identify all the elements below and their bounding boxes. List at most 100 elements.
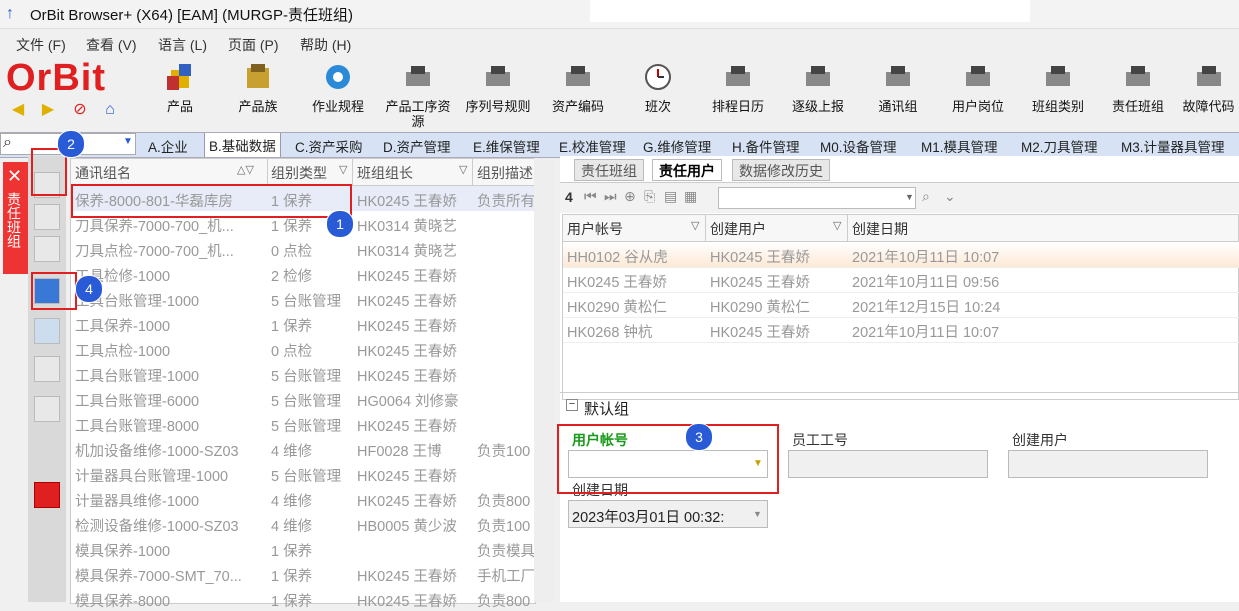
menu-file[interactable]: 文件 (F)	[16, 35, 66, 55]
badge-1: 1	[326, 210, 354, 238]
tab-responsible-user[interactable]: 责任用户	[652, 159, 722, 181]
toolbar-product-process[interactable]: 产品工序资源	[380, 60, 456, 130]
filter-icon[interactable]: ▽	[339, 163, 347, 176]
collapse-icon[interactable]: −	[566, 399, 578, 411]
tab-change-history[interactable]: 数据修改历史	[732, 159, 830, 181]
toolbar-product-family[interactable]: 产品族	[220, 60, 296, 130]
col-header-created-date[interactable]: 创建日期	[852, 219, 908, 239]
table-row[interactable]: 计量器具维修-1000 4 维修 HK0245 王春娇 负责800	[71, 486, 535, 511]
created-by-field[interactable]	[1008, 450, 1208, 478]
table-row[interactable]: 工具台账管理-1000 5 台账管理 HK0245 王春娇	[71, 286, 535, 311]
table-row[interactable]: 检测设备维修-1000-SZ03 4 维修 HB0005 黄少波 负责100	[71, 511, 535, 536]
menu-page[interactable]: 页面 (P)	[228, 35, 279, 55]
table-cell: 机加设备维修-1000-SZ03	[75, 444, 239, 460]
comm-group-icon	[886, 66, 910, 86]
table-row[interactable]: HK0290 黄松仁 HK0290 黄松仁 2021年12月15日 10:24	[563, 292, 1239, 318]
toolbar-responsible-team[interactable]: 责任班组	[1100, 60, 1176, 130]
col-header-group-type[interactable]: 组别类型	[271, 163, 327, 183]
col-header-user-account[interactable]: 用户帐号	[567, 219, 623, 239]
import-icon[interactable]: ▦	[684, 188, 697, 205]
tab-measuring[interactable]: M3.计量器具管理	[1121, 136, 1225, 156]
tab-calibration[interactable]: E.校准管理	[559, 136, 626, 156]
return-icon[interactable]	[34, 318, 60, 344]
toolbar-serial-rule[interactable]: 序列号规则	[460, 60, 536, 130]
export-icon[interactable]: ▤	[664, 188, 677, 205]
expand-icon[interactable]: ⌄	[944, 188, 956, 205]
table-row[interactable]: 模具保养-8000 1 保养 HK0245 王春娇 负责800	[71, 586, 535, 611]
menu-help[interactable]: 帮助 (H)	[300, 35, 351, 55]
close-icon[interactable]: ✕	[7, 166, 22, 187]
tab-asset-purchase[interactable]: C.资产采购	[295, 136, 363, 156]
table-row[interactable]: 计量器具台账管理-1000 5 台账管理 HK0245 王春娇	[71, 461, 535, 486]
responsible-team-icon	[1126, 66, 1150, 86]
filter-icon[interactable]: ▽	[459, 163, 467, 176]
chevron-down-icon[interactable]: ▼	[123, 136, 133, 147]
tab-basic-data[interactable]: B.基础数据	[204, 133, 281, 157]
first-record-icon[interactable]: ⏮	[584, 188, 597, 205]
created-date-field[interactable]: 2023年03月01日 00:32: ▼	[568, 500, 768, 528]
table-cell: 负责模具	[477, 544, 535, 560]
highlight-user-account	[557, 424, 779, 494]
toolbar-schedule-calendar[interactable]: 排程日历	[700, 60, 776, 130]
copy-icon[interactable]	[34, 204, 60, 230]
toolbar-team-category[interactable]: 班组类别	[1020, 60, 1096, 130]
col-header-group-name[interactable]: 通讯组名	[75, 163, 131, 183]
tab-responsible-team[interactable]: 责任班组	[574, 159, 644, 181]
menu-view[interactable]: 查看 (V)	[86, 35, 137, 55]
col-header-group-desc[interactable]: 组别描述	[477, 163, 533, 183]
table-row[interactable]: 工具检修-1000 2 检修 HK0245 王春娇	[71, 261, 535, 286]
stop-icon[interactable]: ⊘	[70, 100, 90, 120]
cancel-icon[interactable]	[34, 396, 60, 422]
toolbar-product[interactable]: 产品	[142, 60, 218, 130]
tab-equipment[interactable]: M0.设备管理	[820, 136, 897, 156]
tab-mold[interactable]: M1.模具管理	[921, 136, 998, 156]
forward-icon[interactable]: ▶	[38, 100, 58, 120]
exit-icon[interactable]	[34, 482, 60, 508]
col-header-team-leader[interactable]: 班组组长	[357, 163, 413, 183]
toolbar-user-post[interactable]: 用户岗位	[940, 60, 1016, 130]
menu-language[interactable]: 语言 (L)	[158, 35, 207, 55]
left-scrollbar[interactable]	[534, 158, 554, 602]
filter-icon[interactable]: ▽	[833, 219, 841, 232]
employee-no-field[interactable]	[788, 450, 988, 478]
toolbar-fault-code[interactable]: 故障代码	[1178, 60, 1239, 130]
toolbar-shift[interactable]: 班次	[620, 60, 696, 130]
toolbar-escalation[interactable]: 逐级上报	[780, 60, 856, 130]
table-row[interactable]: HK0268 钟杭 HK0245 王春娇 2021年10月11日 10:07	[563, 317, 1239, 343]
tab-maintenance[interactable]: E.维保管理	[473, 136, 540, 156]
table-row[interactable]: 工具台账管理-1000 5 台账管理 HK0245 王春娇	[71, 361, 535, 386]
tab-asset-management[interactable]: D.资产管理	[383, 136, 451, 156]
table-row[interactable]: 机加设备维修-1000-SZ03 4 维修 HF0028 王博 负责100	[71, 436, 535, 461]
table-row[interactable]: 工具点检-1000 0 点检 HK0245 王春娇	[71, 336, 535, 361]
table-row[interactable]: HH0102 谷从虎 HK0245 王春娇 2021年10月11日 10:07	[563, 242, 1239, 268]
attach-icon[interactable]	[34, 236, 60, 262]
filter-icon[interactable]: ▽	[691, 219, 699, 232]
table-row[interactable]: 工具保养-1000 1 保养 HK0245 王春娇	[71, 311, 535, 336]
tab-repair[interactable]: G.维修管理	[643, 136, 711, 156]
table-row[interactable]: 模具保养-1000 1 保养 负责模具	[71, 536, 535, 561]
col-header-created-by[interactable]: 创建用户	[710, 219, 766, 239]
tab-enterprise[interactable]: A.企业	[148, 136, 188, 156]
home-icon[interactable]: ⌂	[100, 100, 120, 120]
toolbar-comm-group[interactable]: 通讯组	[860, 60, 936, 130]
tab-spare-parts[interactable]: H.备件管理	[732, 136, 800, 156]
copy-record-icon[interactable]: ⎘	[644, 188, 655, 205]
form-group-title: 默认组	[584, 401, 630, 418]
filter-select[interactable]: ▼	[718, 187, 916, 209]
insert-icon[interactable]: ⊕	[624, 188, 636, 205]
toolbar-asset-code[interactable]: 资产编码	[540, 60, 616, 130]
vertical-tab-responsible-team[interactable]: ✕ 责任班组	[3, 162, 28, 274]
table-row[interactable]: 刀具点检-7000-700_机... 0 点检 HK0314 黄晓艺	[71, 236, 535, 261]
table-row[interactable]: 工具台账管理-6000 5 台账管理 HG0064 刘修豪	[71, 386, 535, 411]
back-icon[interactable]: ◀	[8, 100, 28, 120]
table-row[interactable]: HK0245 王春娇 HK0245 王春娇 2021年10月11日 09:56	[563, 267, 1239, 293]
tab-tool[interactable]: M2.刀具管理	[1021, 136, 1098, 156]
table-cell: 手机工厂	[477, 569, 535, 585]
delete-icon[interactable]	[34, 356, 60, 382]
sort-filter-icon[interactable]: △▽	[237, 163, 254, 176]
toolbar-work-procedure[interactable]: 作业规程	[300, 60, 376, 130]
last-record-icon[interactable]: ⏭	[604, 188, 617, 205]
table-row[interactable]: 工具台账管理-8000 5 台账管理 HK0245 王春娇	[71, 411, 535, 436]
search-icon[interactable]: ⌕	[922, 188, 930, 205]
table-row[interactable]: 模具保养-7000-SMT_70... 1 保养 HK0245 王春娇 手机工厂	[71, 561, 535, 586]
